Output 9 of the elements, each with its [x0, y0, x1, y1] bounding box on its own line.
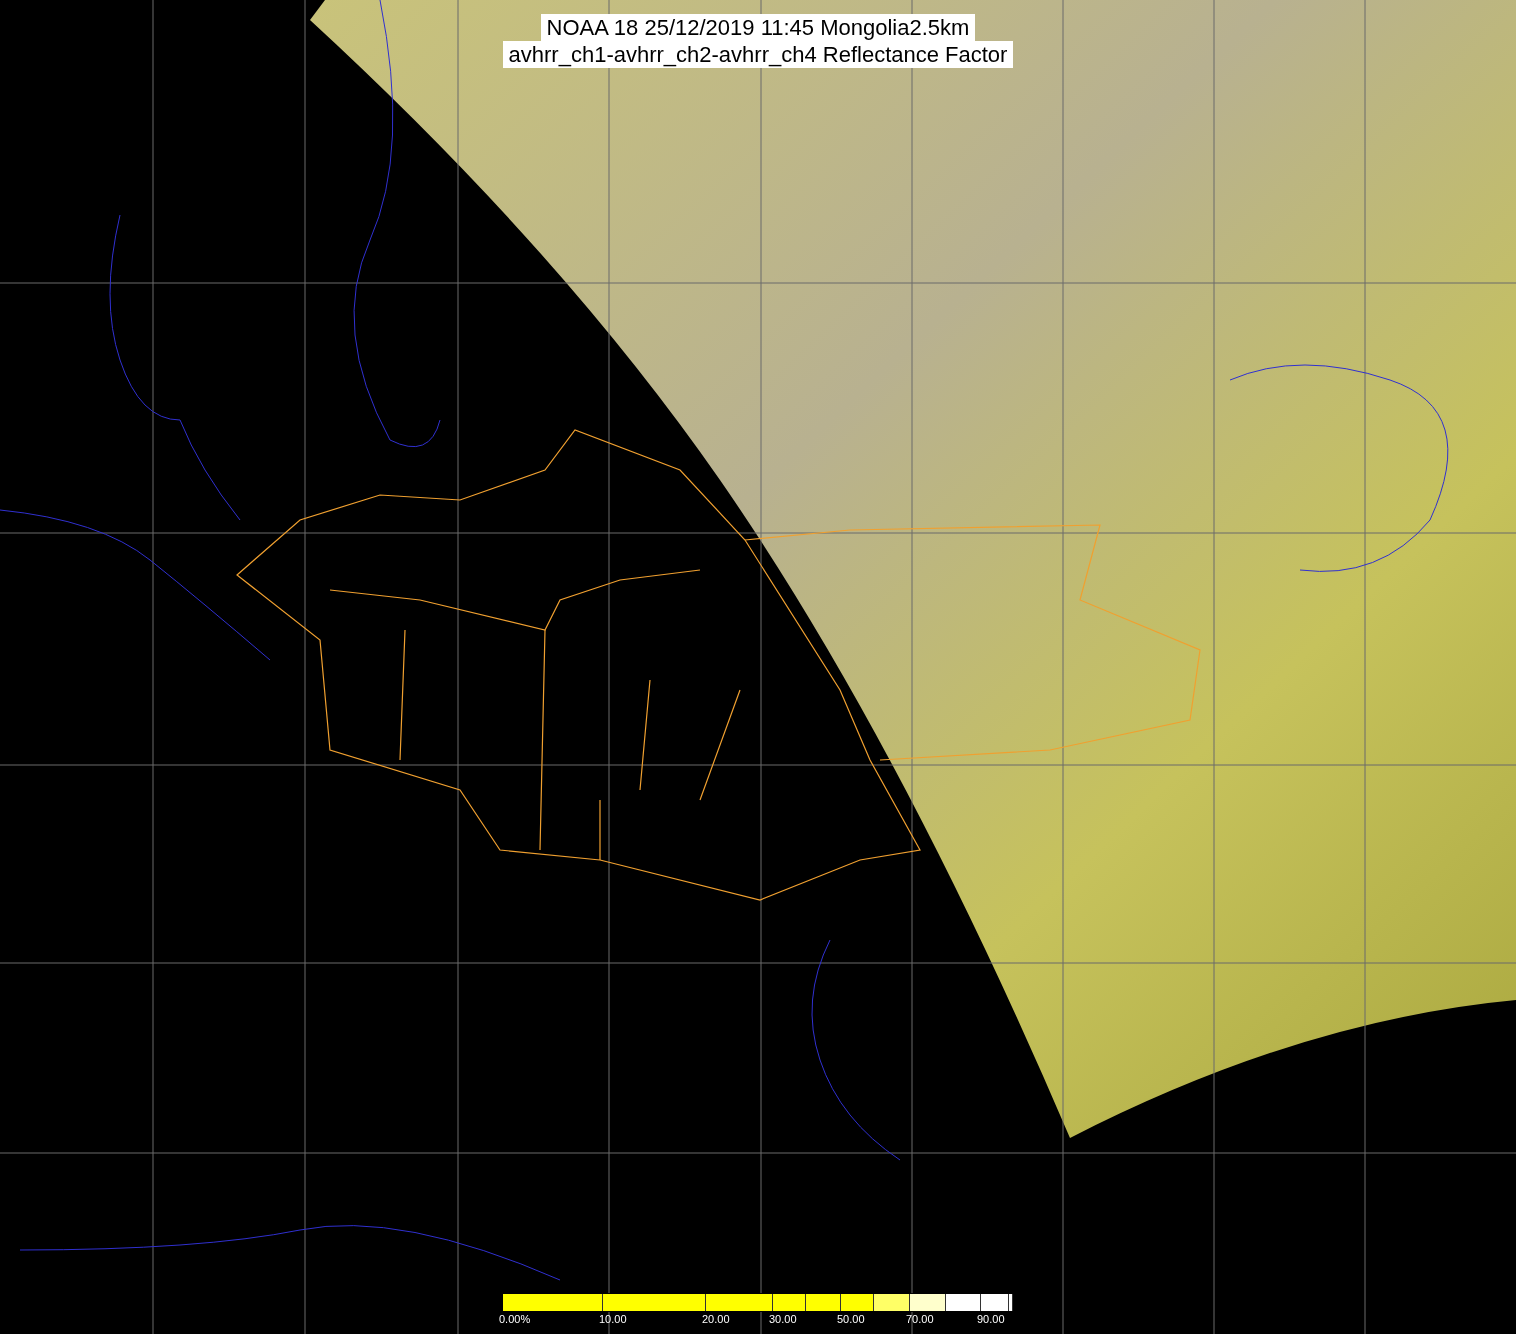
scale-label: 20.00 [702, 1313, 730, 1325]
scale-label: 90.00 [977, 1313, 1005, 1325]
map-title: NOAA 18 25/12/2019 11:45 Mongolia2.5km [540, 14, 976, 41]
scale-label: 10.00 [599, 1313, 627, 1325]
scale-label: 70.00 [906, 1313, 934, 1325]
scale-label: 50.00 [837, 1313, 865, 1325]
map-title: avhrr_ch1-avhrr_ch2-avhrr_ch4 Reflectance Factor [502, 41, 1014, 68]
scale-label: 30.00 [769, 1313, 797, 1325]
scale-label: 0.00% [499, 1313, 531, 1325]
